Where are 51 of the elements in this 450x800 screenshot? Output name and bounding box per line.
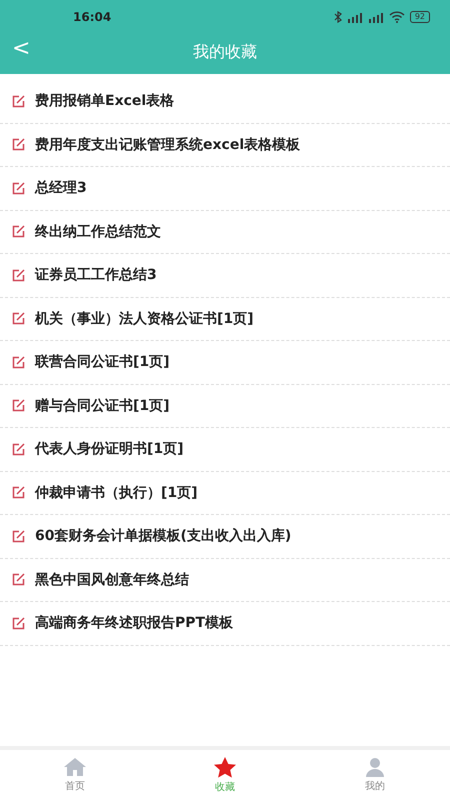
page-title: 我的收藏 xyxy=(193,42,257,62)
item-title: 赠与合同公证书[1页] xyxy=(35,396,170,415)
item-title: 黑色中国风创意年终总结 xyxy=(35,570,189,589)
item-title: 仲裁申请书（执行）[1页] xyxy=(35,484,198,502)
star-icon xyxy=(214,756,236,778)
favorite-item[interactable]: 终出纳工作总结范文 xyxy=(0,210,450,254)
edit-icon xyxy=(12,486,25,500)
item-title: 费用年度支出记账管理系统excel表格模板 xyxy=(35,136,300,154)
nav-tab[interactable]: 首页 xyxy=(35,752,115,798)
favorite-item[interactable]: 证券员工工作总结3 xyxy=(0,254,450,298)
nav-tab[interactable]: 我的 xyxy=(335,752,415,798)
edit-icon xyxy=(12,442,25,456)
item-title: 证券员工工作总结3 xyxy=(35,266,157,284)
status-time: 16:04 xyxy=(73,10,112,24)
item-title: 代表人身份证明书[1页] xyxy=(35,440,184,458)
bluetooth-icon xyxy=(334,11,342,23)
favorite-item[interactable]: 高端商务年终述职报告PPT模板 xyxy=(0,602,450,646)
favorite-item[interactable]: 费用报销单Excel表格 xyxy=(0,80,450,124)
edit-icon xyxy=(12,94,25,108)
favorite-item[interactable]: 联营合同公证书[1页] xyxy=(0,341,450,384)
battery-indicator: 92 xyxy=(410,11,430,23)
edit-icon xyxy=(12,312,25,326)
item-title: 60套财务会计单据模板(支出收入出入库) xyxy=(35,527,292,546)
favorite-item[interactable]: 赠与合同公证书[1页] xyxy=(0,384,450,428)
edit-icon xyxy=(12,573,25,586)
favorite-item[interactable]: 黑色中国风创意年终总结 xyxy=(0,558,450,602)
item-title: 总经理3 xyxy=(35,179,87,198)
item-title: 高端商务年终述职报告PPT模板 xyxy=(35,614,234,632)
wifi-icon xyxy=(388,11,405,23)
edit-icon xyxy=(12,182,25,195)
item-title: 费用报销单Excel表格 xyxy=(35,92,174,110)
favorite-item[interactable]: 机关（事业）法人资格公证书[1页] xyxy=(0,298,450,341)
edit-icon xyxy=(12,138,25,152)
item-title: 机关（事业）法人资格公证书[1页] xyxy=(35,310,254,328)
edit-icon xyxy=(12,268,25,282)
person-icon xyxy=(365,757,385,777)
edit-icon xyxy=(12,356,25,369)
item-title: 联营合同公证书[1页] xyxy=(35,353,170,372)
signal-icon xyxy=(346,12,363,22)
edit-icon xyxy=(12,530,25,543)
item-title: 终出纳工作总结范文 xyxy=(35,222,161,241)
favorite-item[interactable]: 费用年度支出记账管理系统excel表格模板 xyxy=(0,124,450,167)
favorite-item[interactable]: 总经理3 xyxy=(0,167,450,210)
signal-icon xyxy=(368,12,384,22)
edit-icon xyxy=(12,399,25,412)
edit-icon xyxy=(12,616,25,630)
favorite-item[interactable]: 仲裁申请书（执行）[1页] xyxy=(0,472,450,515)
edit-icon xyxy=(12,225,25,238)
favorite-item[interactable]: 60套财务会计单据模板(支出收入出入库) xyxy=(0,515,450,558)
home-icon xyxy=(63,757,87,777)
favorite-item[interactable]: 代表人身份证明书[1页] xyxy=(0,428,450,472)
